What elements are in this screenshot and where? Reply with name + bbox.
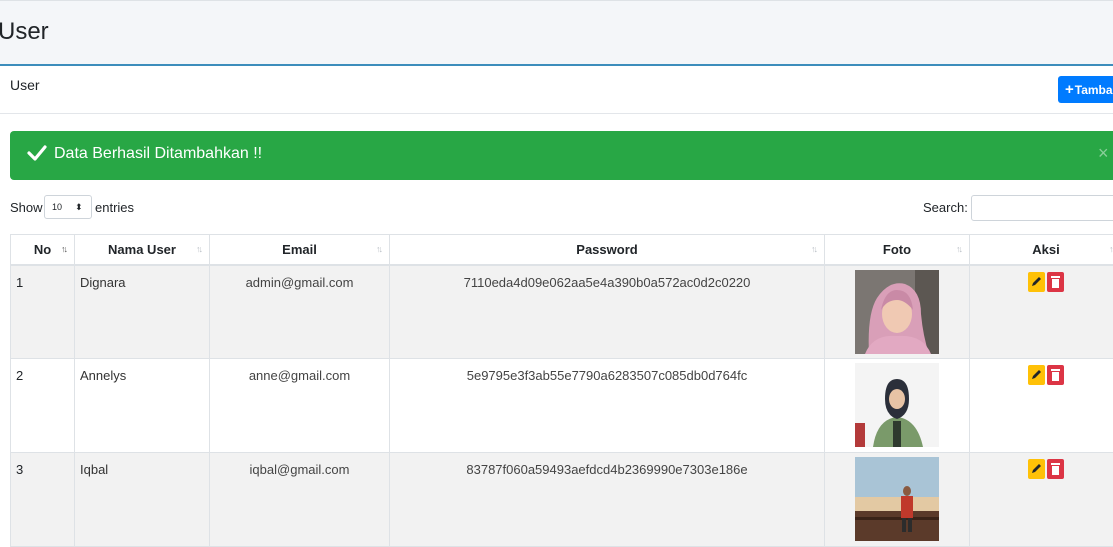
entries-label: entries [95, 200, 135, 215]
trash-icon [1051, 463, 1060, 475]
page-title: User [0, 18, 49, 45]
success-alert: Data Berhasil Ditambahkan !! × [10, 131, 1113, 180]
plus-icon: + [1065, 81, 1074, 98]
edit-button[interactable] [1028, 459, 1045, 479]
show-label: Show [10, 200, 43, 215]
column-header-password[interactable]: Password ↑↓ [389, 234, 825, 266]
alert-close-button[interactable]: × [1098, 143, 1109, 164]
pencil-icon [1032, 370, 1041, 379]
cell-password: 7110eda4d09e062aa5e4a390b0a572ac0d2c0220 [389, 264, 825, 359]
cell-no: 2 [10, 358, 75, 453]
edit-button[interactable] [1028, 365, 1045, 385]
trash-icon [1051, 275, 1060, 288]
card-title: User [10, 77, 40, 93]
sort-icon: ↑↓ [1109, 244, 1113, 254]
cell-no: 3 [10, 452, 75, 547]
page: User User +Tamba Data Berhasil Ditambahk… [0, 0, 1113, 547]
cell-name: Annelys [74, 358, 210, 453]
search-input[interactable] [971, 195, 1113, 221]
alert-message: Data Berhasil Ditambahkan !! [54, 145, 263, 162]
entries-select[interactable]: 10 ⬍ [44, 195, 92, 219]
cell-name: Iqbal [74, 452, 210, 547]
table-header-row: No ↑↓ Nama User ↑↓ Email ↑↓ Password ↑↓ Foto… [10, 234, 1113, 266]
table-row: 3 Iqbal iqbal@gmail.com 83787f060a59493a… [10, 452, 1113, 547]
user-photo [855, 269, 939, 354]
cell-email: anne@gmail.com [209, 358, 390, 453]
card-header: User [0, 67, 1113, 114]
updown-caret-icon: ⬍ [75, 202, 83, 212]
check-icon [27, 145, 47, 161]
delete-button[interactable] [1047, 459, 1064, 479]
column-header-email[interactable]: Email ↑↓ [209, 234, 390, 266]
sort-icon: ↑↓ [956, 244, 963, 254]
search-label: Search: [923, 200, 968, 215]
delete-button[interactable] [1047, 365, 1064, 385]
pencil-icon [1032, 464, 1041, 473]
cell-email: admin@gmail.com [209, 264, 390, 359]
delete-button[interactable] [1047, 271, 1064, 292]
edit-button[interactable] [1028, 271, 1045, 292]
column-header-foto[interactable]: Foto ↑↓ [824, 234, 970, 266]
pencil-icon [1032, 276, 1041, 286]
cell-password: 5e9795e3f3ab55e7790a6283507c085db0d764fc [389, 358, 825, 453]
user-photo [855, 363, 939, 447]
cell-no: 1 [10, 264, 75, 359]
users-table: No ↑↓ Nama User ↑↓ Email ↑↓ Password ↑↓ Foto… [10, 234, 1113, 547]
add-button-label: Tamba [1074, 83, 1113, 97]
content-header: User [0, 0, 1113, 66]
column-header-aksi[interactable]: Aksi↑↓ [969, 234, 1113, 266]
entries-select-value: 10 [52, 202, 63, 212]
user-photo [855, 457, 939, 541]
sort-icon: ↑↓ [376, 244, 383, 254]
column-header-nama-user[interactable]: Nama User ↑↓ [74, 234, 210, 266]
column-header-no[interactable]: No ↑↓ [10, 234, 75, 266]
sort-icon: ↑↓ [811, 244, 818, 254]
sort-icon: ↑↓ [196, 244, 203, 254]
table-row: 2 Annelys anne@gmail.com 5e9795e3f3ab55e… [10, 358, 1113, 453]
cell-password: 83787f060a59493aefdcd4b2369990e7303e186e [389, 452, 825, 547]
cell-name: Dignara [74, 264, 210, 359]
trash-icon [1051, 369, 1060, 381]
table-row: 1 Dignara admin@gmail.com 7110eda4d09e06… [10, 264, 1113, 359]
add-user-button[interactable]: +Tamba [1058, 76, 1113, 103]
sort-icon: ↑↓ [61, 244, 68, 254]
cell-email: iqbal@gmail.com [209, 452, 390, 547]
